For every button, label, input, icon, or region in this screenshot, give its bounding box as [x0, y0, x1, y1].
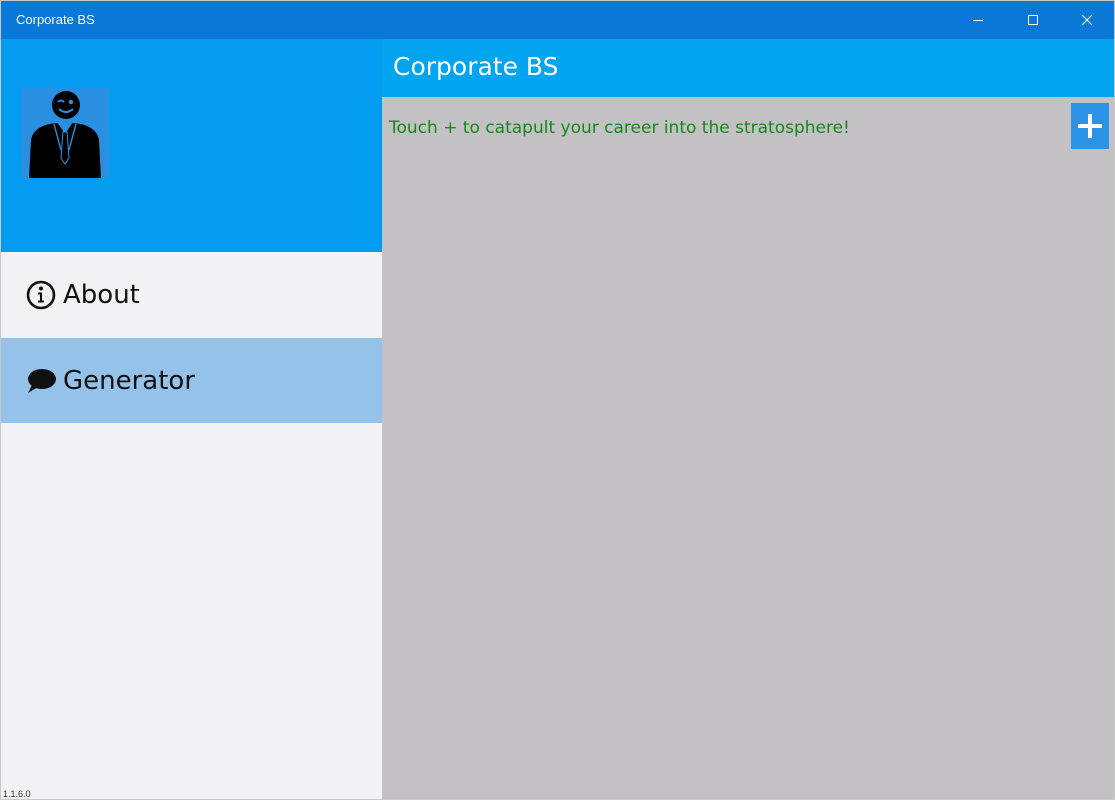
- navigation-pane: About Generator 1.1.6.0: [1, 39, 382, 799]
- minimize-button[interactable]: [951, 1, 1005, 39]
- sidebar-item-generator[interactable]: Generator: [1, 338, 382, 423]
- maximize-button[interactable]: [1006, 1, 1060, 39]
- avatar: [21, 88, 109, 178]
- sidebar-item-about[interactable]: About: [1, 252, 382, 337]
- add-button[interactable]: [1071, 103, 1109, 149]
- minimize-icon: [973, 20, 983, 21]
- close-icon: [1081, 14, 1093, 26]
- app-header: Corporate BS: [382, 39, 1114, 97]
- sidebar-item-label: Generator: [63, 365, 196, 396]
- close-button[interactable]: [1060, 1, 1114, 39]
- generator-content: Touch + to catapult your career into the…: [382, 97, 1114, 799]
- speech-bubble-icon: [25, 365, 57, 397]
- page-title: Corporate BS: [393, 52, 559, 81]
- window-title: Corporate BS: [16, 12, 95, 27]
- app-window: Corporate BS About Generator 1.1.6.0 Cor…: [0, 0, 1115, 800]
- version-label: 1.1.6.0: [3, 789, 31, 799]
- businessman-avatar-icon: [29, 91, 101, 178]
- sidebar-header: [1, 39, 382, 252]
- info-icon: [25, 279, 57, 311]
- plus-icon: [1078, 114, 1102, 138]
- sidebar-item-label: About: [63, 279, 140, 310]
- prompt-text: Touch + to catapult your career into the…: [389, 118, 850, 138]
- maximize-icon: [1028, 15, 1038, 25]
- title-bar[interactable]: Corporate BS: [1, 1, 1114, 39]
